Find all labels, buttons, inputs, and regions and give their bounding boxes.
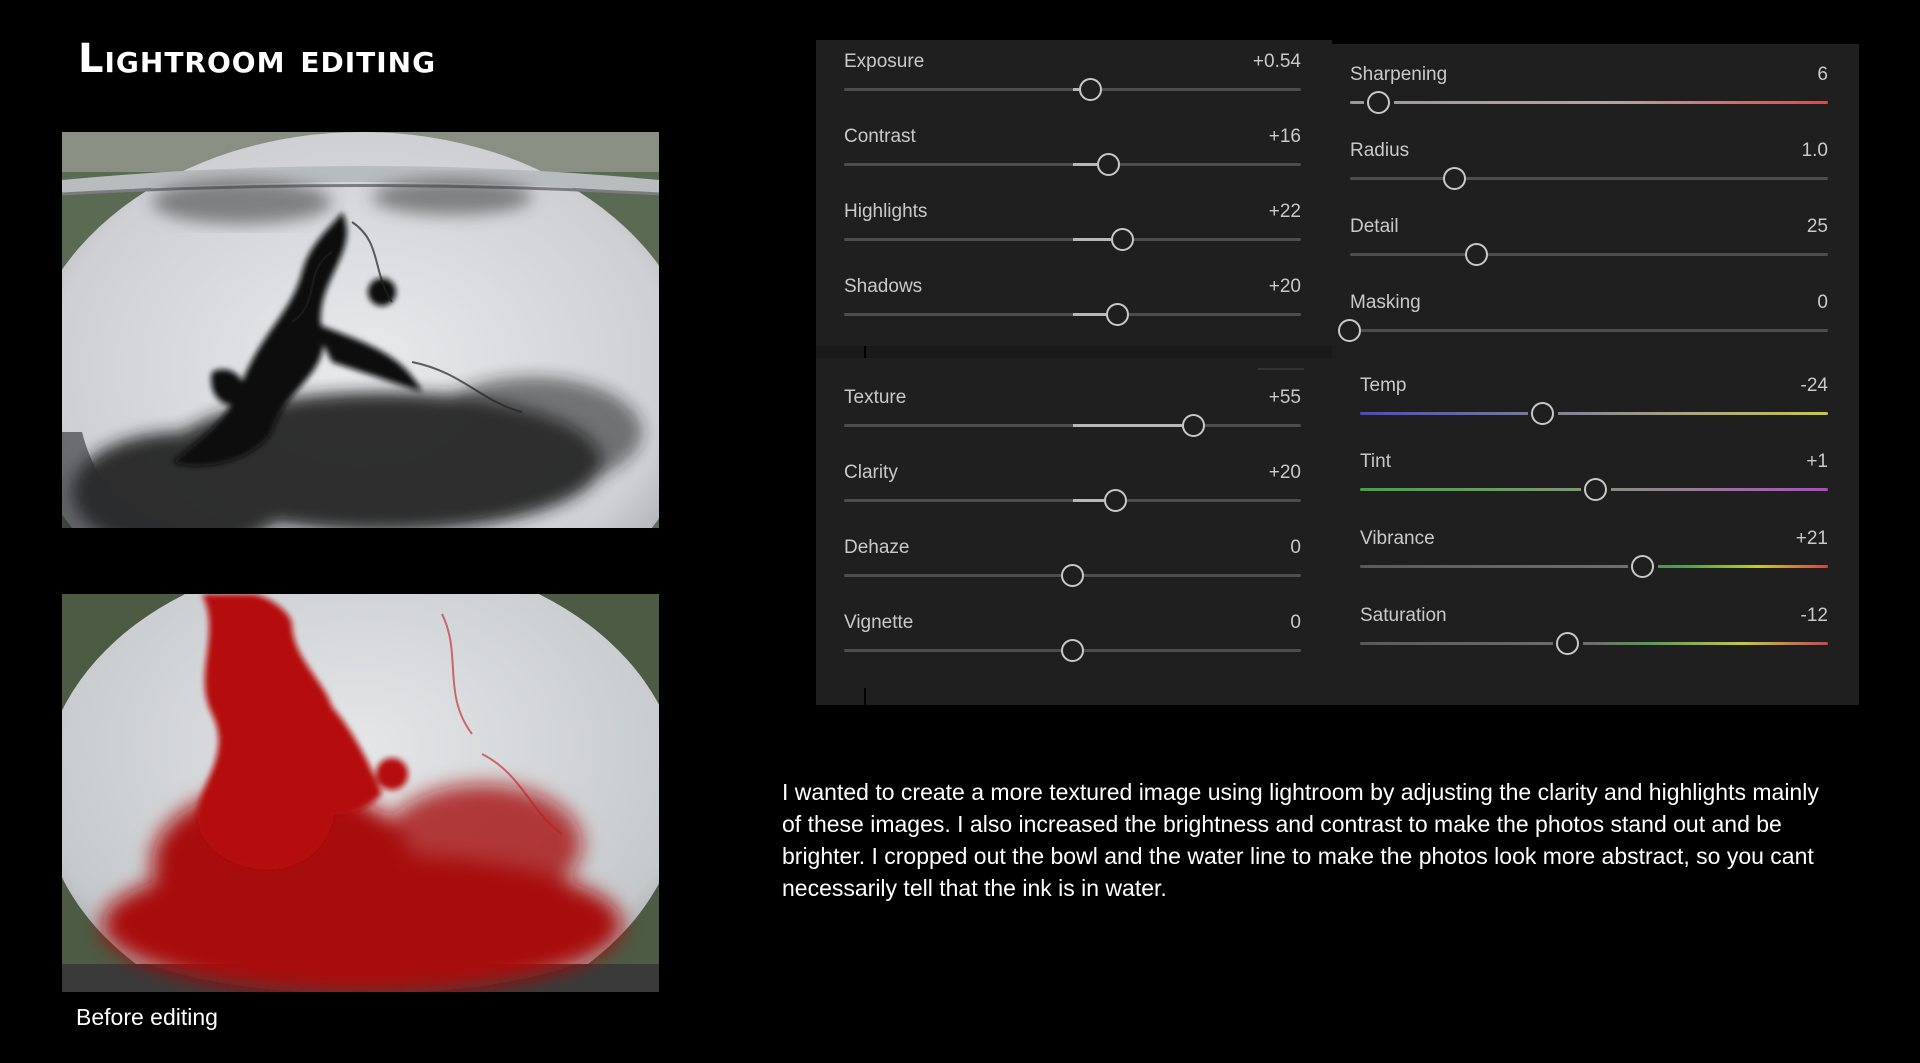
slider-value[interactable]: 25	[1807, 216, 1828, 238]
slider-value[interactable]: -24	[1801, 375, 1828, 397]
slider-temp[interactable]: Temp -24	[1360, 375, 1828, 425]
slider-radius[interactable]: Radius 1.0	[1350, 140, 1828, 190]
slider-thumb[interactable]	[1367, 91, 1390, 114]
slider-vibrance[interactable]: Vibrance +21	[1360, 528, 1828, 578]
slider-masking[interactable]: Masking 0	[1338, 292, 1828, 342]
slider-label: Highlights	[844, 201, 928, 222]
slider-thumb[interactable]	[1584, 478, 1607, 501]
slider-thumb[interactable]	[1182, 414, 1205, 437]
slider-thumb[interactable]	[1079, 78, 1102, 101]
slider-thumb[interactable]	[1631, 555, 1654, 578]
slider-thumb[interactable]	[1465, 243, 1488, 266]
slider-label: Vibrance	[1360, 528, 1435, 549]
slider-label: Vignette	[844, 612, 914, 633]
slider-label: Shadows	[844, 276, 923, 297]
before-editing-caption: Before editing	[76, 1004, 218, 1030]
slider-value[interactable]: +20	[1269, 276, 1301, 298]
detail-color-panel: Sharpening 6 Radius 1.0 Detail 25 Masking 0 Temp…	[1332, 44, 1859, 705]
slider-thumb[interactable]	[1061, 639, 1084, 662]
slider-thumb[interactable]	[1531, 402, 1554, 425]
slider-value[interactable]: 0	[1817, 292, 1828, 314]
slider-label: Detail	[1350, 216, 1399, 237]
slider-vignette[interactable]: Vignette 0	[844, 612, 1301, 662]
slider-track[interactable]	[1350, 177, 1828, 180]
slider-thumb[interactable]	[1106, 303, 1129, 326]
slider-value[interactable]: -12	[1801, 605, 1828, 627]
slide-title: Lightroom editing	[78, 36, 437, 82]
slider-value[interactable]: +22	[1269, 201, 1301, 223]
slider-label: Tint	[1360, 451, 1391, 472]
red-ink-photo-image	[62, 594, 659, 992]
slider-label: Dehaze	[844, 537, 910, 558]
slider-value[interactable]: +21	[1796, 528, 1828, 550]
slider-highlights[interactable]: Highlights +22	[844, 201, 1301, 251]
slider-value[interactable]: +16	[1269, 126, 1301, 148]
photo-black-ink-after	[62, 132, 659, 528]
slider-fill	[1073, 313, 1106, 316]
slider-texture[interactable]: Texture +55	[844, 387, 1301, 437]
slider-thumb[interactable]	[1104, 489, 1127, 512]
slider-track[interactable]	[1360, 565, 1828, 568]
slider-track[interactable]	[1360, 642, 1828, 645]
slider-shadows[interactable]: Shadows +20	[844, 276, 1301, 326]
slider-thumb[interactable]	[1111, 228, 1134, 251]
slider-value[interactable]: +55	[1269, 387, 1301, 409]
slider-track[interactable]	[1350, 101, 1828, 104]
slider-thumb[interactable]	[1443, 167, 1466, 190]
slider-value[interactable]: +0.54	[1253, 51, 1301, 73]
slider-label: Saturation	[1360, 605, 1447, 626]
slider-saturation[interactable]: Saturation -12	[1360, 605, 1828, 655]
slider-track[interactable]	[1350, 253, 1828, 256]
slider-value[interactable]: +20	[1269, 462, 1301, 484]
slider-value[interactable]: 6	[1817, 64, 1828, 86]
slider-label: Contrast	[844, 126, 916, 147]
slider-value[interactable]: 0	[1290, 612, 1301, 634]
slider-label: Radius	[1350, 140, 1410, 161]
slider-label: Clarity	[844, 462, 898, 483]
slider-fill	[1073, 424, 1182, 427]
slider-label: Sharpening	[1350, 64, 1448, 85]
editing-description: I wanted to create a more textured image…	[782, 779, 1819, 901]
slider-dehaze[interactable]: Dehaze 0	[844, 537, 1301, 587]
divider-tick	[864, 688, 866, 705]
slider-label: Texture	[844, 387, 907, 408]
slider-fill	[1073, 499, 1104, 502]
section-handle	[1258, 368, 1304, 370]
slider-thumb[interactable]	[1556, 632, 1579, 655]
slider-clarity[interactable]: Clarity +20	[844, 462, 1301, 512]
slider-thumb[interactable]	[1338, 319, 1361, 342]
slider-fill	[1073, 238, 1111, 241]
photo-red-ink-before	[62, 594, 659, 992]
slider-label: Exposure	[844, 51, 925, 72]
divider-tick	[864, 346, 866, 358]
panel-section-divider	[816, 346, 1332, 358]
slider-contrast[interactable]: Contrast +16	[844, 126, 1301, 176]
slider-track[interactable]	[1360, 412, 1828, 415]
basic-adjustments-panel: Exposure +0.54 Contrast +16 Highlights +22 Sha…	[816, 40, 1332, 705]
slider-exposure[interactable]: Exposure +0.54	[844, 51, 1301, 101]
slider-sharpening[interactable]: Sharpening 6	[1350, 64, 1828, 114]
slider-thumb[interactable]	[1097, 153, 1120, 176]
slider-detail[interactable]: Detail 25	[1350, 216, 1828, 266]
slider-value[interactable]: +1	[1806, 451, 1828, 473]
slider-value[interactable]: 1.0	[1802, 140, 1828, 162]
slider-track[interactable]	[1350, 329, 1828, 332]
ink-photo-image	[62, 132, 659, 528]
slider-label: Temp	[1360, 375, 1407, 396]
slider-fill	[1073, 163, 1097, 166]
slider-label: Masking	[1350, 292, 1421, 313]
slider-tint[interactable]: Tint +1	[1360, 451, 1828, 501]
slider-value[interactable]: 0	[1290, 537, 1301, 559]
slider-thumb[interactable]	[1061, 564, 1084, 587]
